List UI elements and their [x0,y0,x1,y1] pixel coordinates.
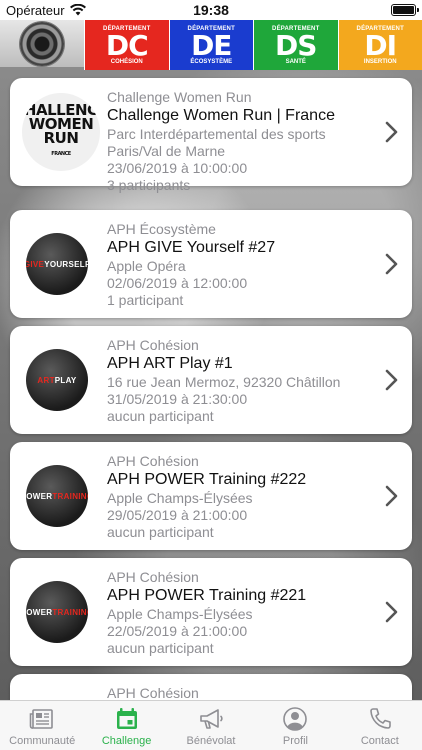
dept-dc-code: DC [105,28,149,62]
event-title: Challenge Women Run | France [107,107,335,124]
chevron-right-icon [385,253,398,275]
dept-di-button[interactable]: DÉPARTEMENT DI INSERTION [337,20,422,70]
event-info: APH Cohésion [107,684,376,700]
event-info: Challenge Women Run Challenge Women Run … [107,88,376,194]
newspaper-icon [29,709,54,729]
event-participants: 1 participant [107,292,184,308]
event-participants: aucun participant [107,408,214,424]
dept-di-code: DI [364,28,397,62]
tab-contact[interactable]: Contact [338,701,422,750]
event-location: Parc Interdépartemental des sports [107,126,326,142]
event-location: Apple Champs-Élysées [107,606,253,622]
dept-dc-button[interactable]: DÉPARTEMENT DC COHÉSION [84,20,169,70]
chevron-right-icon [385,369,398,391]
tab-communaute[interactable]: Communauté [0,701,84,750]
tab-benevolat[interactable]: Bénévolat [169,701,253,750]
event-card[interactable]: POWERTRAINING APH Cohésion APH POWER Tra… [10,442,412,550]
status-time: 19:38 [193,2,229,18]
thumb-rest: TRAINING [52,491,88,501]
event-card[interactable]: APH Cohésion [10,674,412,700]
phone-icon [370,708,391,729]
event-location: Apple Opéra [107,258,186,274]
tab-communaute-label: Communauté [9,735,76,747]
thumb-rest: PLAY [54,375,77,385]
person-icon [283,707,308,731]
chevron-right-icon [385,121,398,143]
thumb-accent: POWER [26,491,53,501]
event-participants: 3 participants [107,177,191,193]
carrier-name: Opérateur [6,2,65,18]
tab-profil[interactable]: Profil [253,701,337,750]
event-card[interactable]: CHALLENGE WOMEN RUN FRANCE Challenge Wom… [10,78,412,193]
tab-profil-label: Profil [282,735,308,747]
thumb-accent: ART [37,375,55,385]
dept-di-sub: INSERTION [363,58,397,65]
dept-ds-button[interactable]: DÉPARTEMENT DS SANTÉ [253,20,338,70]
event-info: APH Écosystème APH GIVE Yourself #27 App… [107,220,376,309]
event-info: APH Cohésion APH POWER Training #222 App… [107,452,376,541]
dept-ds-sub: SANTÉ [285,58,306,65]
event-thumbnail: CHALLENGE WOMEN RUN FRANCE [22,93,100,171]
event-organizer: APH Écosystème [107,221,216,237]
battery-icon [391,4,419,16]
home-logo-button[interactable] [0,20,84,70]
event-thumbnail: POWERTRAINING [26,581,88,643]
camera-lens-logo-icon [20,21,64,66]
event-card[interactable]: ARTPLAY APH Cohésion APH ART Play #1 16 … [10,326,412,434]
tab-bar: Communauté Challenge Bénévolat Profil Co… [0,700,422,750]
event-thumbnail: ARTPLAY [26,349,88,411]
dept-ds-code: DS [275,28,317,62]
event-participants: aucun participant [107,640,214,656]
event-organizer: APH Cohésion [107,685,199,700]
dept-de-code: DE [191,28,232,62]
battery-group [266,4,419,16]
event-location-2: Paris/Val de Marne [107,143,226,159]
event-date: 29/05/2019 à 21:00:00 [107,507,248,523]
event-organizer: APH Cohésion [107,337,199,353]
event-participants: aucun participant [107,524,214,540]
event-date: 02/06/2019 à 12:00:00 [107,275,248,291]
megaphone-icon [200,709,223,729]
calendar-icon [116,708,137,729]
tab-benevolat-label: Bénévolat [186,735,236,747]
event-info: APH Cohésion APH POWER Training #221 App… [107,568,376,657]
thumb-rest: YOURSELF [44,259,88,269]
tab-challenge-label: Challenge [101,735,152,747]
department-header: DÉPARTEMENT DC COHÉSION DÉPARTEMENT DE É… [0,20,422,70]
event-title: APH POWER Training #222 [107,471,307,488]
event-date: 23/06/2019 à 10:00:00 [107,160,248,176]
chevron-right-icon [385,485,398,507]
event-organizer: APH Cohésion [107,569,199,585]
event-card[interactable]: GIVEYOURSELF APH Écosystème APH GIVE You… [10,210,412,318]
tab-contact-label: Contact [360,735,399,747]
event-organizer: Challenge Women Run [107,89,252,105]
event-title: APH GIVE Yourself #27 [107,239,276,256]
event-card[interactable]: POWERTRAINING APH Cohésion APH POWER Tra… [10,558,412,666]
thumb-accent: POWER [26,607,53,617]
event-info: APH Cohésion APH ART Play #1 16 rue Jean… [107,336,376,425]
event-list[interactable]: CHALLENGE WOMEN RUN FRANCE Challenge Wom… [0,70,422,700]
thumb-rest: TRAINING [52,607,88,617]
event-title: APH POWER Training #221 [107,587,307,604]
thumb-text-line3: FRANCE [51,151,71,157]
event-location: 16 rue Jean Mermoz, 92320 Châtillon [107,374,341,390]
event-date: 22/05/2019 à 21:00:00 [107,623,248,639]
event-location: Apple Champs-Élysées [107,490,253,506]
tab-challenge[interactable]: Challenge [84,701,168,750]
carrier-group: Opérateur [6,3,156,18]
dept-de-sub: ÉCOSYSTÈME [190,58,233,65]
thumb-text-line2: WOMEN RUN [28,115,94,147]
wifi-icon [69,4,86,16]
dept-de-button[interactable]: DÉPARTEMENT DE ÉCOSYSTÈME [168,20,253,70]
event-thumbnail: POWERTRAINING [26,465,88,527]
status-bar: Opérateur 19:38 [0,0,422,20]
event-title: APH ART Play #1 [107,355,233,372]
event-thumbnail: GIVEYOURSELF [26,233,88,295]
dept-dc-sub: COHÉSION [110,58,143,65]
thumb-accent: GIVE [26,259,45,269]
event-organizer: APH Cohésion [107,453,199,469]
event-date: 31/05/2019 à 21:30:00 [107,391,248,407]
chevron-right-icon [385,601,398,623]
